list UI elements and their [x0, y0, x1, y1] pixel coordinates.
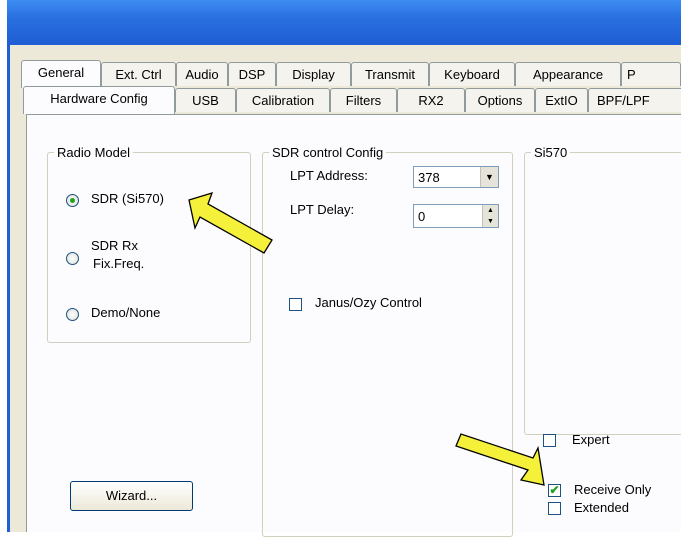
tab-general[interactable]: General: [21, 60, 101, 88]
arrow-to-receive-only: [455, 433, 545, 486]
tab-hardware-config[interactable]: Hardware Config: [23, 86, 175, 114]
arrow-to-sdr-si570: [188, 191, 273, 254]
annotation-arrows: [188, 191, 545, 486]
